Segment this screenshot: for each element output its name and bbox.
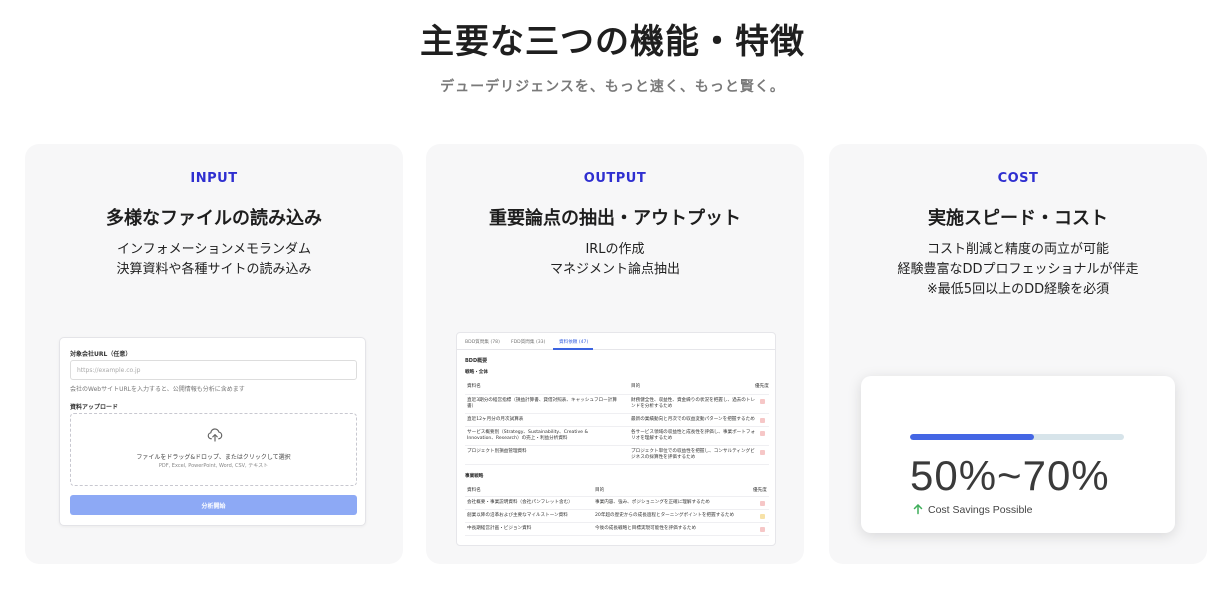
- feature-card-cost: COST 実施スピード・コスト コスト削減と精度の両立が可能 経験豊富なDDプロ…: [829, 144, 1207, 564]
- priority-badge: [760, 450, 765, 455]
- doc-purpose: 事業内容、強み、ポジショニングを正確に理解するため: [595, 500, 710, 505]
- card-tag: INPUT: [190, 171, 238, 186]
- doc-name: 直近3期分の経営指標（損益計算書、貸借対照表、キャッシュフロー計算書）: [467, 398, 617, 409]
- upload-form-preview: 対象会社URL（任意） https://example.co.jp 会社のWeb…: [59, 337, 366, 526]
- doc-purpose: 各サービス領域の収益性と成長性を評価し、事業ポートフォリオを理解するため: [631, 430, 756, 441]
- doc-name: サービス概要別（Strategy、Sustainability、Creative…: [467, 430, 589, 441]
- page-title: 主要な三つの機能・特徴: [420, 22, 805, 62]
- priority-badge: [760, 418, 765, 423]
- upload-cloud-icon: [207, 428, 223, 442]
- group-title: 戦略・全体: [465, 370, 488, 375]
- table-row[interactable]: 会社概要・事業説明資料（会社パンフレット含む） 事業内容、強み、ポジショニングを…: [465, 499, 769, 510]
- priority-badge: [760, 514, 765, 519]
- doc-purpose: プロジェクト単位での収益性を把握し、コンサルティングビジネスの採算性を評価するた…: [631, 449, 755, 460]
- card-desc-line: インフォメーションメモランダム: [117, 242, 311, 257]
- arrow-up-icon: [913, 504, 923, 515]
- col-header: 資料名: [467, 384, 481, 389]
- col-header: 目的: [631, 384, 641, 389]
- tab-bdd[interactable]: BDD質問集 (78): [465, 339, 500, 345]
- doc-name: 創業以降の沿革および主要なマイルストーン資料: [467, 513, 568, 518]
- tab-documents[interactable]: 資料依頼 (47): [559, 339, 588, 345]
- card-desc-line: コスト削減と精度の両立が可能: [926, 242, 1109, 257]
- upload-label: 資料アップロード: [70, 404, 119, 411]
- drop-formats: PDF, Excel, PowerPoint, Word, CSV, テキスト: [158, 463, 269, 469]
- col-header: 優先度: [755, 384, 769, 389]
- file-drop-zone[interactable]: ファイルをドラッグ&ドロップ、またはクリックして選択 PDF, Excel, P…: [70, 413, 357, 486]
- doc-purpose: 最新の業績動向と月次での収益変動パターンを把握するため: [631, 417, 755, 422]
- analyze-button[interactable]: 分析開始: [70, 495, 357, 515]
- active-tab-indicator: [553, 348, 593, 350]
- table-header-row: 資料名 目的 優先度: [465, 383, 769, 395]
- savings-progress-fill: [910, 434, 1035, 440]
- priority-badge: [760, 527, 765, 532]
- col-header: 資料名: [467, 488, 481, 493]
- irl-table-preview: BDD質問集 (78) FDD質問集 (33) 資料依頼 (47) BDD概要 …: [456, 332, 776, 546]
- col-header: 目的: [595, 488, 605, 493]
- card-tag: COST: [997, 171, 1039, 186]
- drop-text: ファイルをドラッグ&ドロップ、またはクリックして選択: [136, 454, 291, 461]
- tab-fdd[interactable]: FDD質問集 (33): [511, 339, 545, 345]
- url-hint: 会社のWebサイトURLを入力すると、公開情報も分析に含めます: [70, 386, 245, 393]
- doc-purpose: 20年超の歴史からの成長過程とターニングポイントを把握するため: [595, 513, 735, 518]
- doc-name: 中長期経営計画・ビジョン資料: [467, 526, 532, 531]
- table-row[interactable]: 中長期経営計画・ビジョン資料 今後の成長戦略と目標実現可能性を評価するため: [465, 525, 769, 536]
- table-row[interactable]: サービス概要別（Strategy、Sustainability、Creative…: [465, 429, 769, 446]
- card-desc-line: 経験豊富なDDプロフェッショナルが伴走: [897, 262, 1139, 277]
- table-row[interactable]: 直近12ヶ月分の月次試算表 最新の業績動向と月次での収益変動パターンを把握するた…: [465, 416, 769, 427]
- priority-badge: [760, 399, 765, 404]
- priority-badge: [760, 431, 765, 436]
- col-header: 優先度: [753, 488, 767, 493]
- table-header-row: 資料名 目的 優先度: [465, 487, 769, 497]
- card-tag: OUTPUT: [583, 171, 647, 186]
- cost-savings-panel: 50%~70% Cost Savings Possible: [861, 376, 1175, 533]
- page-subtitle: デューデリジェンスを、もっと速く、もっと賢く。: [440, 79, 785, 95]
- card-title: 多様なファイルの読み込み: [106, 208, 322, 229]
- feature-card-input: INPUT 多様なファイルの読み込み インフォメーションメモランダム 決算資料や…: [25, 144, 403, 564]
- feature-card-output: OUTPUT 重要論点の抽出・アウトプット IRLの作成 マネジメント論点抽出 …: [426, 144, 804, 564]
- doc-name: 会社概要・事業説明資料（会社パンフレット含む）: [467, 500, 573, 505]
- table-row[interactable]: 創業以降の沿革および主要なマイルストーン資料 20年超の歴史からの成長過程とター…: [465, 512, 769, 523]
- table-row[interactable]: プロジェクト別損益管理資料 プロジェクト単位での収益性を把握し、コンサルティング…: [465, 448, 769, 465]
- doc-purpose: 今後の成長戦略と目標実現可能性を評価するため: [595, 526, 697, 531]
- doc-purpose: 財務健全性、収益性、資金繰りの状況を把握し、過去のトレンドを分析するため: [631, 398, 756, 409]
- section-title: BDD概要: [465, 358, 488, 364]
- savings-progress-bar: [910, 434, 1124, 440]
- doc-name: プロジェクト別損益管理資料: [467, 449, 527, 454]
- doc-name: 直近12ヶ月分の月次試算表: [467, 417, 524, 422]
- url-input[interactable]: https://example.co.jp: [70, 360, 357, 380]
- card-desc-line: IRLの作成: [585, 242, 645, 257]
- savings-label: Cost Savings Possible: [928, 504, 1033, 516]
- card-description: コスト削減と精度の両立が可能 経験豊富なDDプロフェッショナルが伴走 ※最低5回…: [829, 240, 1207, 300]
- card-description: インフォメーションメモランダム 決算資料や各種サイトの読み込み: [25, 240, 403, 280]
- card-title: 実施スピード・コスト: [928, 208, 1108, 229]
- card-desc-line: ※最低5回以上のDD経験を必須: [926, 282, 1110, 297]
- card-desc-line: 決算資料や各種サイトの読み込み: [116, 262, 312, 277]
- url-label: 対象会社URL（任意）: [70, 351, 132, 358]
- card-description: IRLの作成 マネジメント論点抽出: [426, 240, 804, 280]
- table-row[interactable]: 直近3期分の経営指標（損益計算書、貸借対照表、キャッシュフロー計算書） 財務健全…: [465, 397, 769, 414]
- table-tabs: BDD質問集 (78) FDD質問集 (33) 資料依頼 (47): [457, 333, 775, 350]
- card-title: 重要論点の抽出・アウトプット: [489, 208, 741, 229]
- savings-value: 50%~70%: [910, 452, 1110, 499]
- priority-badge: [760, 501, 765, 506]
- group-title: 事業戦略: [465, 474, 484, 479]
- card-desc-line: マネジメント論点抽出: [549, 262, 680, 277]
